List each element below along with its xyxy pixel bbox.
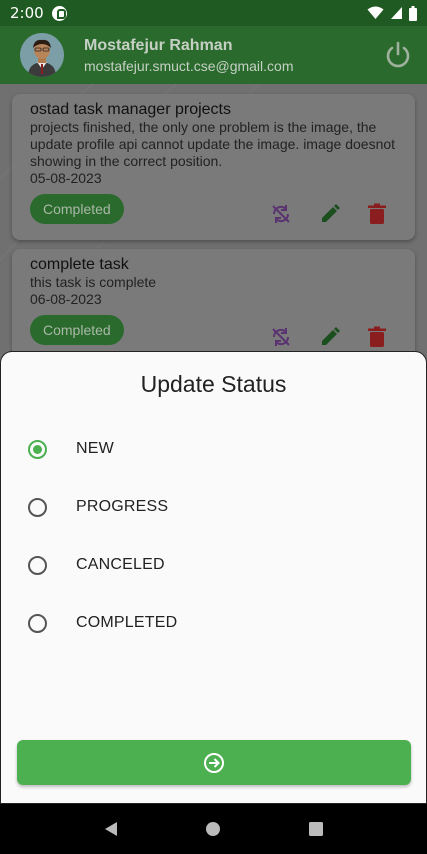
sync-icon[interactable]	[269, 325, 293, 349]
task-card[interactable]: ostad task manager projects projects fin…	[12, 94, 415, 240]
submit-button[interactable]	[17, 740, 411, 785]
task-description: projects finished, the only one problem …	[30, 119, 396, 169]
option-progress[interactable]: PROGRESS	[1, 478, 426, 536]
option-label: NEW	[76, 440, 114, 457]
status-bar: 2:00	[0, 0, 427, 26]
task-actions	[269, 202, 387, 226]
home-icon[interactable]	[205, 821, 221, 837]
battery-icon	[409, 5, 417, 21]
option-label: COMPLETED	[76, 614, 178, 631]
option-label: PROGRESS	[76, 498, 169, 515]
option-completed[interactable]: COMPLETED	[1, 594, 426, 652]
task-date: 05-08-2023	[30, 170, 102, 186]
user-email: mostafejur.smuct.cse@gmail.com	[84, 57, 294, 74]
delete-icon[interactable]	[367, 326, 387, 348]
radio-canceled[interactable]	[28, 555, 47, 575]
option-label: CANCELED	[76, 556, 165, 573]
task-title: ostad task manager projects	[30, 101, 231, 118]
signal-icon	[391, 7, 402, 19]
option-new[interactable]: NEW	[1, 420, 426, 478]
radio-completed[interactable]	[28, 613, 47, 633]
user-info: Mostafejur Rahman mostafejur.smuct.cse@g…	[84, 37, 294, 74]
back-icon[interactable]	[103, 821, 119, 837]
task-description: this task is complete	[30, 274, 157, 290]
task-actions	[269, 325, 387, 349]
power-icon[interactable]	[383, 40, 413, 70]
navigation-bar	[0, 804, 427, 854]
arrow-circle-right-icon	[204, 752, 224, 773]
user-name: Mostafejur Rahman	[84, 36, 233, 54]
sheet-title: Update Status	[140, 371, 287, 397]
wifi-icon	[367, 6, 384, 19]
radio-new[interactable]	[28, 439, 47, 459]
edit-icon[interactable]	[319, 326, 341, 348]
task-title: complete task	[30, 256, 129, 273]
sync-icon[interactable]	[269, 202, 293, 226]
p-app-icon	[51, 5, 67, 21]
delete-icon[interactable]	[367, 203, 387, 225]
status-badge: Completed	[30, 315, 124, 345]
status-options: NEW PROGRESS CANCELED COMPLETED	[1, 420, 426, 652]
app-bar: Mostafejur Rahman mostafejur.smuct.cse@g…	[0, 26, 427, 84]
radio-progress[interactable]	[28, 497, 47, 517]
avatar[interactable]	[20, 33, 64, 77]
option-canceled[interactable]: CANCELED	[1, 536, 426, 594]
status-time: 2:00	[10, 4, 44, 22]
edit-icon[interactable]	[319, 203, 341, 225]
recents-icon[interactable]	[308, 821, 324, 837]
status-badge: Completed	[30, 194, 124, 224]
task-date: 06-08-2023	[30, 291, 102, 307]
update-status-sheet: Update Status NEW PROGRESS CANCELED COMP…	[0, 351, 427, 804]
